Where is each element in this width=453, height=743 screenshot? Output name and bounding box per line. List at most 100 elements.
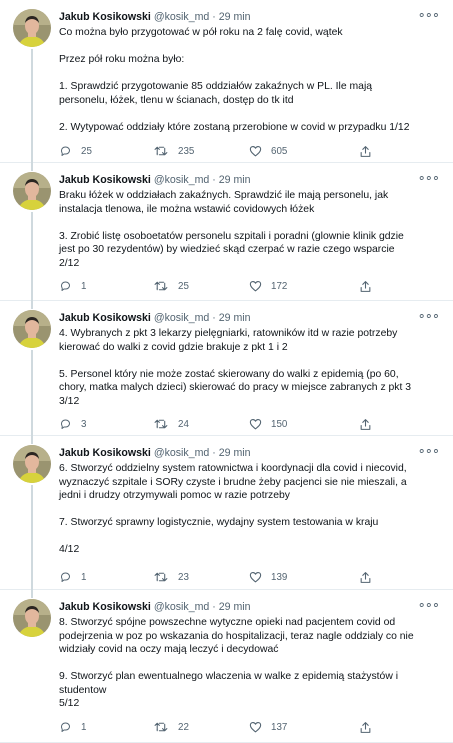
author-name[interactable]: Jakub Kosikowski bbox=[59, 601, 151, 613]
retweets-count: 25 bbox=[178, 280, 189, 292]
replies-count: 3 bbox=[81, 418, 87, 430]
reply-button[interactable]: 25 bbox=[59, 145, 92, 157]
tweet-actions: 3 24 150 bbox=[59, 418, 389, 432]
share-button[interactable] bbox=[359, 418, 372, 431]
author-name[interactable]: Jakub Kosikowski bbox=[59, 11, 151, 23]
author-handle[interactable]: @kosik_md bbox=[154, 447, 210, 459]
avatar[interactable] bbox=[13, 310, 51, 348]
author-handle[interactable]: @kosik_md bbox=[154, 174, 210, 186]
tweet-paragraph: 4. Wybranych z pkt 3 lekarzy pielęgniark… bbox=[59, 327, 443, 354]
like-button[interactable]: 172 bbox=[249, 280, 287, 292]
retweet-icon bbox=[154, 145, 169, 157]
tweet-paragraph: 2. Wytypować oddziały które zostaną prze… bbox=[59, 121, 443, 135]
share-icon bbox=[359, 721, 372, 734]
share-button[interactable] bbox=[359, 721, 372, 734]
tweet[interactable]: Jakub Kosikowski @kosik_md · 29 min ∘∘∘ 6.… bbox=[0, 436, 453, 590]
author-handle[interactable]: @kosik_md bbox=[154, 312, 210, 324]
tweet-timestamp[interactable]: 29 min bbox=[219, 11, 251, 23]
avatar[interactable] bbox=[13, 9, 51, 47]
more-icon[interactable]: ∘∘∘ bbox=[418, 7, 440, 23]
like-button[interactable]: 137 bbox=[249, 721, 287, 733]
tweet-paragraph: 7. Stworzyć sprawny logistycznie, wydajn… bbox=[59, 516, 443, 530]
thread-connector bbox=[31, 163, 33, 171]
author-handle[interactable]: @kosik_md bbox=[154, 601, 210, 613]
thread-connector bbox=[31, 436, 33, 444]
tweet[interactable]: Jakub Kosikowski @kosik_md · 29 min ∘∘∘ Co… bbox=[0, 0, 453, 163]
tweet-line: 6. Stworzyć oddzielny system ratownictwa… bbox=[59, 463, 407, 474]
more-icon[interactable]: ∘∘∘ bbox=[418, 597, 440, 613]
share-button[interactable] bbox=[359, 145, 372, 158]
tweet-paragraph: Braku łóżek w oddziałach zakaźnych. Spra… bbox=[59, 189, 443, 216]
tweet-line: wyznaczyć szpitale i SORy czyste i brudn… bbox=[59, 476, 407, 488]
retweet-icon bbox=[154, 571, 169, 583]
likes-count: 150 bbox=[271, 418, 288, 430]
reply-button[interactable]: 1 bbox=[59, 280, 86, 292]
avatar[interactable] bbox=[13, 599, 51, 637]
avatar[interactable] bbox=[13, 445, 51, 483]
retweets-count: 24 bbox=[178, 418, 189, 430]
tweet-line: studentow bbox=[59, 684, 107, 696]
more-icon[interactable]: ∘∘∘ bbox=[418, 443, 440, 459]
tweet-timestamp[interactable]: 29 min bbox=[219, 447, 251, 459]
retweet-button[interactable]: 24 bbox=[154, 418, 189, 430]
tweet-timestamp[interactable]: 29 min bbox=[219, 174, 251, 186]
tweet-text: 6. Stworzyć oddzielny system ratownictwa… bbox=[59, 462, 443, 557]
retweet-button[interactable]: 235 bbox=[154, 145, 194, 157]
tweet-actions: 1 23 139 bbox=[59, 571, 389, 585]
tweet-line: kierować do walki z covid gdzie brakuje … bbox=[59, 341, 288, 353]
reply-button[interactable]: 1 bbox=[59, 721, 86, 733]
like-icon bbox=[249, 418, 262, 430]
like-button[interactable]: 605 bbox=[249, 145, 287, 157]
tweet[interactable]: Jakub Kosikowski @kosik_md · 29 min ∘∘∘ 4.… bbox=[0, 301, 453, 436]
reply-icon bbox=[59, 571, 72, 583]
thread-connector bbox=[31, 49, 33, 163]
avatar[interactable] bbox=[13, 172, 51, 210]
reply-button[interactable]: 3 bbox=[59, 418, 86, 430]
tweet[interactable]: Jakub Kosikowski @kosik_md · 29 min ∘∘∘ Br… bbox=[0, 163, 453, 301]
tweet-line: chory, matka malych dzieci) skierować do… bbox=[59, 382, 412, 393]
share-icon bbox=[359, 280, 372, 293]
like-icon bbox=[249, 280, 262, 292]
tweet-text: 4. Wybranych z pkt 3 lekarzy pielęgniark… bbox=[59, 327, 443, 408]
likes-count: 605 bbox=[271, 145, 288, 157]
thread-connector bbox=[31, 212, 33, 301]
reply-button[interactable]: 1 bbox=[59, 571, 86, 583]
more-icon[interactable]: ∘∘∘ bbox=[418, 170, 440, 186]
tweet-line: 4/12 bbox=[59, 544, 80, 555]
share-icon bbox=[359, 418, 372, 431]
tweet-timestamp[interactable]: 29 min bbox=[219, 312, 251, 324]
retweet-button[interactable]: 22 bbox=[154, 721, 189, 733]
share-button[interactable] bbox=[359, 571, 372, 584]
more-icon[interactable]: ∘∘∘ bbox=[418, 308, 440, 324]
tweet[interactable]: Jakub Kosikowski @kosik_md · 29 min ∘∘∘ 8.… bbox=[0, 590, 453, 743]
author-name[interactable]: Jakub Kosikowski bbox=[59, 447, 151, 459]
separator-dot: · bbox=[212, 174, 216, 186]
tweet-actions: 25 235 605 bbox=[59, 145, 389, 159]
tweet-header: Jakub Kosikowski @kosik_md · 29 min bbox=[59, 600, 443, 614]
share-button[interactable] bbox=[359, 280, 372, 293]
tweet-timestamp[interactable]: 29 min bbox=[219, 601, 251, 613]
author-handle[interactable]: @kosik_md bbox=[154, 11, 210, 23]
author-name[interactable]: Jakub Kosikowski bbox=[59, 312, 151, 324]
retweet-button[interactable]: 23 bbox=[154, 571, 189, 583]
retweet-button[interactable]: 25 bbox=[154, 280, 189, 292]
tweet-line: 7. Stworzyć sprawny logistycznie, wydajn… bbox=[59, 517, 379, 528]
retweet-icon bbox=[154, 721, 169, 733]
tweet-line: 9. Stworzyć plan ewentualnego wlaczenia … bbox=[59, 671, 399, 682]
like-icon bbox=[249, 145, 262, 157]
tweet-header: Jakub Kosikowski @kosik_md · 29 min bbox=[59, 311, 443, 325]
tweet-line: 3/12 bbox=[59, 395, 80, 407]
author-name[interactable]: Jakub Kosikowski bbox=[59, 174, 151, 186]
tweet-line: Braku łóżek w oddziałach zakaźnych. Spra… bbox=[59, 190, 389, 201]
thread-connector bbox=[31, 590, 33, 598]
like-icon bbox=[249, 721, 262, 733]
tweet-line: 5. Personel który nie może zostać skiero… bbox=[59, 368, 399, 380]
tweet-line: widziały covid na oczy mają leczyć i dec… bbox=[59, 644, 279, 655]
tweet-line: 1. Sprawdzić przygotowanie 85 oddziałów … bbox=[59, 81, 373, 92]
like-button[interactable]: 139 bbox=[249, 571, 287, 583]
like-button[interactable]: 150 bbox=[249, 418, 287, 430]
tweet-text: Braku łóżek w oddziałach zakaźnych. Spra… bbox=[59, 189, 443, 270]
tweet-line: 4. Wybranych z pkt 3 lekarzy pielęgniark… bbox=[59, 328, 398, 339]
